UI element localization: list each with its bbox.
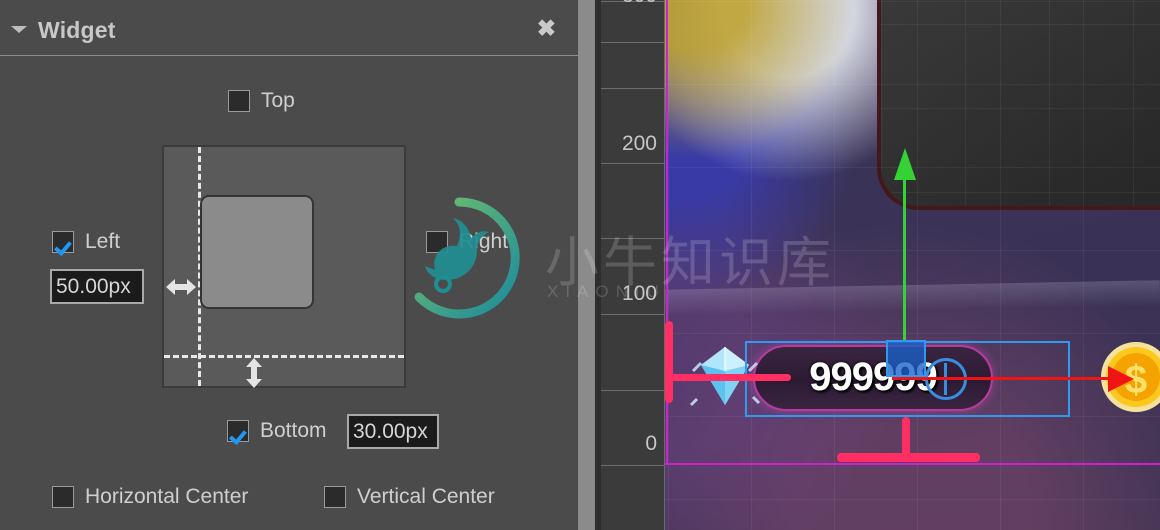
ruler-label: 200 — [621, 132, 657, 155]
checkbox-vertical-center[interactable] — [324, 486, 346, 508]
scene-viewport[interactable]: 999999 $ — [665, 0, 1160, 530]
anchor-preview-diagram — [162, 145, 406, 388]
pointer-arrow-line — [892, 377, 1114, 380]
canvas-boundary-bottom — [665, 463, 1160, 465]
checkbox-row-vertical-center[interactable]: Vertical Center — [324, 485, 495, 509]
app-root: Widget ✖ Top Left 50.00px Right Bottom 3… — [0, 0, 1160, 530]
checkbox-label-bottom: Bottom — [260, 419, 327, 442]
checkbox-horizontal-center[interactable] — [52, 486, 74, 508]
scene-grid — [665, 0, 1160, 530]
ruler-label: 100 — [621, 282, 657, 305]
gizmo-y-axis-line[interactable] — [903, 178, 906, 340]
arrows-left-right-icon — [166, 279, 196, 295]
checkbox-row-bottom[interactable]: Bottom — [227, 419, 327, 443]
checkbox-bottom[interactable] — [227, 420, 249, 442]
checkbox-label-top: Top — [261, 89, 295, 112]
vertical-ruler: 300 200 100 0 — [601, 0, 665, 530]
anchor-inner-rect — [200, 195, 314, 309]
measure-bar-bottom-vertical — [902, 417, 910, 457]
checkbox-right[interactable] — [426, 231, 448, 253]
panel-splitter[interactable] — [578, 0, 595, 530]
checkbox-row-right[interactable]: Right — [426, 230, 508, 254]
close-icon[interactable]: ✖ — [537, 16, 556, 41]
guide-line-horizontal — [164, 355, 404, 358]
panel-title: Widget — [38, 17, 116, 43]
checkbox-label-left: Left — [85, 230, 121, 253]
checkbox-label-right: Right — [459, 230, 509, 253]
widget-inspector-panel: Widget ✖ Top Left 50.00px Right Bottom 3… — [0, 0, 578, 530]
gizmo-y-axis-arrow-icon[interactable] — [894, 148, 916, 180]
checkbox-top[interactable] — [228, 90, 250, 112]
ruler-label: 300 — [622, 0, 657, 8]
measure-bar-left-vertical — [665, 321, 673, 403]
checkbox-row-left[interactable]: Left — [52, 230, 120, 254]
pointer-arrow-head-icon — [1108, 366, 1134, 392]
arrows-up-down-icon — [246, 358, 262, 388]
bottom-offset-input[interactable]: 30.00px — [347, 414, 439, 449]
measure-bar-bottom-horizontal — [837, 453, 980, 462]
left-offset-input[interactable]: 50.00px — [50, 269, 144, 304]
panel-header: Widget ✖ — [0, 0, 578, 56]
checkbox-row-horizontal-center[interactable]: Horizontal Center — [52, 485, 248, 509]
checkbox-left[interactable] — [52, 231, 74, 253]
ruler-label: 0 — [645, 432, 657, 455]
triangle-down-icon[interactable] — [11, 26, 27, 33]
selection-handle[interactable] — [886, 340, 926, 377]
measure-bar-left-horizontal — [665, 374, 791, 381]
checkbox-label-horizontal-center: Horizontal Center — [85, 485, 249, 508]
checkbox-label-vertical-center: Vertical Center — [357, 485, 495, 508]
checkbox-row-top[interactable]: Top — [228, 89, 295, 113]
